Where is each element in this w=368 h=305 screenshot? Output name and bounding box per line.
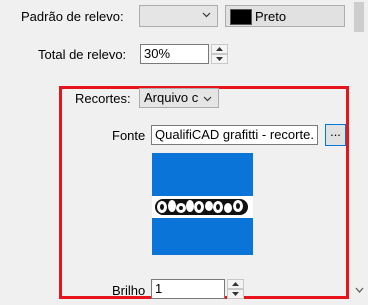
scroll-down-icon[interactable] — [355, 287, 364, 293]
brightness-stepper[interactable] — [227, 279, 244, 299]
stepper-up-button[interactable] — [227, 279, 244, 289]
arrow-down-icon — [216, 57, 223, 61]
color-swatch — [230, 9, 252, 25]
emboss-pattern-label: Padrão de relevo: — [21, 9, 124, 24]
arrow-up-icon — [216, 47, 223, 51]
vertical-scrollbar[interactable] — [351, 0, 368, 305]
stepper-down-button[interactable] — [227, 289, 244, 299]
brightness-input[interactable]: 1 — [151, 279, 225, 299]
font-label: Fonte — [112, 128, 146, 143]
stepper-down-button[interactable] — [211, 54, 228, 64]
browse-button[interactable]: ... — [325, 124, 346, 146]
scrollbar-thumb[interactable] — [354, 2, 364, 32]
cutouts-label: Recortes: — [75, 91, 131, 106]
cutout-preview — [152, 153, 253, 255]
font-path-input[interactable]: QualifiCAD grafitti - recorte. — [151, 125, 318, 145]
arrow-up-icon — [232, 282, 239, 286]
cutouts-dropdown[interactable]: Arquivo c — [139, 88, 219, 108]
stepper-up-button[interactable] — [211, 44, 228, 54]
chevron-down-icon — [203, 96, 212, 102]
chevron-down-icon — [202, 12, 211, 18]
arrow-down-icon — [232, 292, 239, 296]
color-button[interactable]: Preto — [225, 5, 345, 27]
emboss-total-stepper[interactable] — [211, 44, 228, 64]
emboss-pattern-dropdown[interactable] — [139, 5, 218, 27]
emboss-total-label: Total de relevo: — [38, 47, 127, 62]
emboss-total-input[interactable]: 30% — [140, 44, 209, 64]
brightness-label: Brilho — [112, 283, 146, 298]
color-label: Preto — [255, 9, 287, 24]
cutouts-value: Arquivo c — [144, 90, 199, 105]
preview-graphic — [152, 196, 253, 218]
